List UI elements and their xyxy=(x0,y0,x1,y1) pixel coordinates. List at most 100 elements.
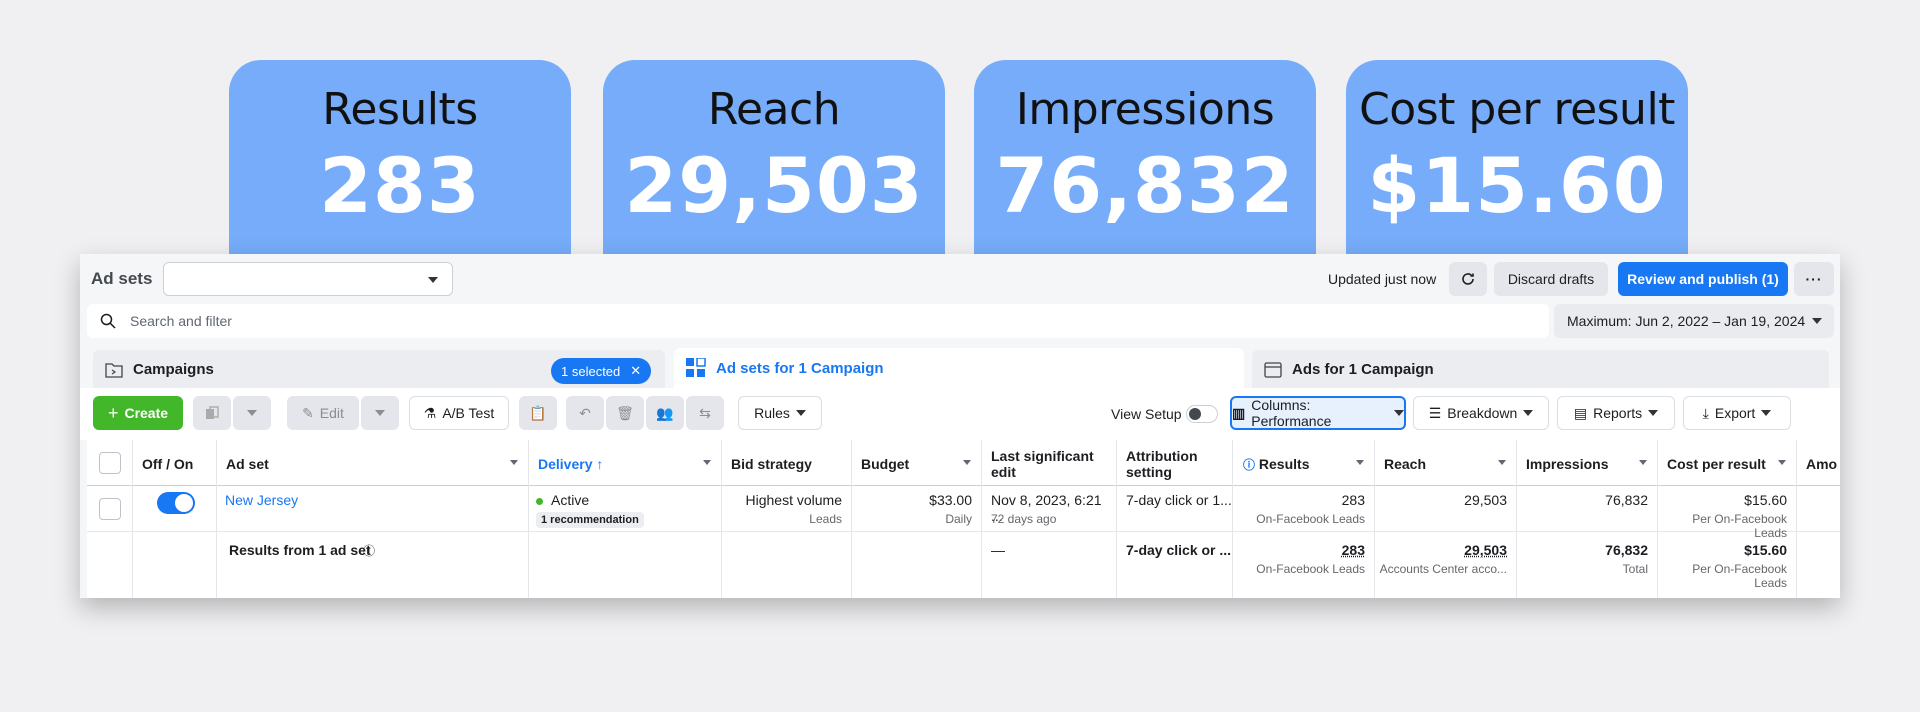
undo-button[interactable]: ↶ xyxy=(566,396,604,430)
chevron-down-icon xyxy=(1761,410,1772,416)
close-icon[interactable]: ✕ xyxy=(630,363,641,379)
flask-icon: ⚗ xyxy=(423,404,437,421)
off-on-column: Off / On xyxy=(133,440,217,598)
breakdown-label: Breakdown xyxy=(1447,405,1518,421)
bid-strategy-value: Highest volume xyxy=(745,492,843,508)
header-impressions[interactable]: Impressions xyxy=(1526,456,1608,472)
tab-ads[interactable]: Ads for 1 Campaign xyxy=(1252,350,1829,390)
trash-icon: 🗑 xyxy=(616,404,634,421)
preview-icon: ⇆ xyxy=(699,404,711,421)
duplicate-icon xyxy=(206,406,219,419)
rules-button[interactable]: Rules xyxy=(738,396,822,430)
ad-icon xyxy=(1264,362,1282,378)
columns-icon: ▥ xyxy=(1232,404,1246,421)
summary-reach: 29,503 xyxy=(1464,542,1507,558)
results-sub: On-Facebook Leads xyxy=(1256,512,1365,526)
grid-icon xyxy=(686,358,706,377)
discard-drafts-button[interactable]: Discard drafts xyxy=(1494,262,1608,296)
header-budget[interactable]: Budget xyxy=(861,456,909,472)
refresh-icon xyxy=(1462,273,1474,285)
duplicate-menu-button[interactable] xyxy=(233,396,271,430)
columns-label: Columns: Performance xyxy=(1251,397,1332,429)
ab-test-button[interactable]: ⚗ A/B Test xyxy=(409,396,509,430)
delete-button[interactable]: 🗑 xyxy=(606,396,644,430)
duplicate-button[interactable] xyxy=(193,396,231,430)
audience-button[interactable]: 👥 xyxy=(646,396,684,430)
header-amount[interactable]: Amo xyxy=(1806,456,1837,472)
recommendation-badge[interactable]: 1 recommendation xyxy=(536,512,644,528)
tab-ads-label: Ads for 1 Campaign xyxy=(1292,361,1434,378)
more-options-button[interactable]: ··· xyxy=(1794,262,1834,296)
selected-count: 1 selected xyxy=(561,363,621,379)
chevron-down-icon[interactable] xyxy=(703,460,711,465)
results-value: 283 xyxy=(1341,492,1365,508)
info-icon[interactable]: ⓘ xyxy=(363,542,375,559)
summary-label: Results from 1 ad set xyxy=(229,542,371,558)
kpi-card-cost-per-result: Cost per result $15.60 xyxy=(1346,60,1688,260)
bid-strategy-column: Bid strategy Highest volume Leads xyxy=(722,440,852,598)
cost-per-result-column: Cost per result $15.60 Per On-Facebook L… xyxy=(1658,440,1797,598)
header-reach[interactable]: Reach xyxy=(1384,456,1426,472)
clipboard-button[interactable]: 📋 xyxy=(519,396,557,430)
delivery-status-text: Active xyxy=(551,492,590,508)
header-ad-set[interactable]: Ad set xyxy=(226,456,269,472)
kpi-label: Cost per result xyxy=(1359,84,1675,135)
selected-badge[interactable]: 1 selected ✕ xyxy=(551,358,651,384)
edit-menu-button[interactable] xyxy=(361,396,399,430)
budget-value[interactable]: $33.00 xyxy=(929,492,972,508)
header-attribution[interactable]: Attribution setting xyxy=(1126,448,1198,480)
bid-strategy-sub: Leads xyxy=(809,512,842,526)
chevron-down-icon[interactable] xyxy=(1778,460,1786,465)
chevron-down-icon[interactable] xyxy=(1356,460,1364,465)
header-bid-strategy[interactable]: Bid strategy xyxy=(731,456,812,472)
breakdown-button[interactable]: ☰ Breakdown xyxy=(1413,396,1549,430)
columns-button[interactable]: ▥ Columns: Performance xyxy=(1230,396,1406,430)
chevron-down-icon xyxy=(795,410,806,416)
chevron-down-icon[interactable] xyxy=(1639,460,1647,465)
header-cost-per-result[interactable]: Cost per result xyxy=(1667,456,1766,472)
search-placeholder: Search and filter xyxy=(130,313,232,329)
breakdown-icon: ☰ xyxy=(1428,404,1442,421)
select-all-checkbox[interactable] xyxy=(99,452,121,474)
export-button[interactable]: ⤓ Export xyxy=(1683,396,1791,430)
chevron-down-icon[interactable] xyxy=(510,460,518,465)
refresh-button[interactable] xyxy=(1449,262,1487,296)
summary-impressions: 76,832 xyxy=(1605,542,1648,558)
create-button[interactable]: + Create xyxy=(93,396,183,430)
kpi-value: 283 xyxy=(319,141,481,230)
search-input[interactable]: Search and filter xyxy=(87,304,1549,338)
folder-icon xyxy=(105,363,123,378)
view-setup-label: View Setup xyxy=(1111,406,1182,422)
rules-label: Rules xyxy=(754,405,790,421)
plus-icon: + xyxy=(107,402,119,423)
last-edit-sub: 72 days ago xyxy=(991,512,1057,526)
tab-adsets-label: Ad sets for 1 Campaign xyxy=(716,360,884,377)
view-setup-toggle[interactable] xyxy=(1186,405,1218,423)
adset-dropdown[interactable] xyxy=(163,262,453,296)
impressions-value: 76,832 xyxy=(1605,492,1648,508)
reach-column: Reach 29,503 29,503 Accounts Center acco… xyxy=(1375,440,1517,598)
adset-name-link[interactable]: New Jersey xyxy=(225,492,298,508)
preview-button[interactable]: ⇆ xyxy=(686,396,724,430)
chevron-down-icon xyxy=(375,410,385,416)
cost-value: $15.60 xyxy=(1744,492,1787,508)
info-icon[interactable]: ⓘ xyxy=(1243,458,1255,472)
header-delivery[interactable]: Delivery ↑ xyxy=(538,456,603,472)
tab-adsets[interactable]: Ad sets for 1 Campaign xyxy=(674,348,1244,390)
row-checkbox[interactable] xyxy=(99,498,121,520)
header-results[interactable]: ⓘ Results xyxy=(1243,456,1309,473)
kpi-label: Results xyxy=(322,84,478,135)
undo-icon: ↶ xyxy=(579,404,591,421)
date-range-picker[interactable]: Maximum: Jun 2, 2022 – Jan 19, 2024 xyxy=(1554,304,1834,338)
edit-button[interactable]: ✎ Edit xyxy=(287,396,359,430)
chevron-down-icon[interactable] xyxy=(1498,460,1506,465)
chevron-down-icon[interactable] xyxy=(963,460,971,465)
review-and-publish-button[interactable]: Review and publish (1) xyxy=(1618,262,1788,296)
summary-results: 283 xyxy=(1341,542,1365,558)
summary-reach-sub: Accounts Center acco... xyxy=(1379,562,1507,576)
header-last-edit[interactable]: Last significant edit xyxy=(991,448,1094,480)
adset-toggle[interactable] xyxy=(157,492,195,514)
reports-button[interactable]: ▤ Reports xyxy=(1557,396,1675,430)
tab-campaigns[interactable]: Campaigns 1 selected ✕ xyxy=(93,350,665,390)
header-attribution-line2: setting xyxy=(1126,464,1172,480)
